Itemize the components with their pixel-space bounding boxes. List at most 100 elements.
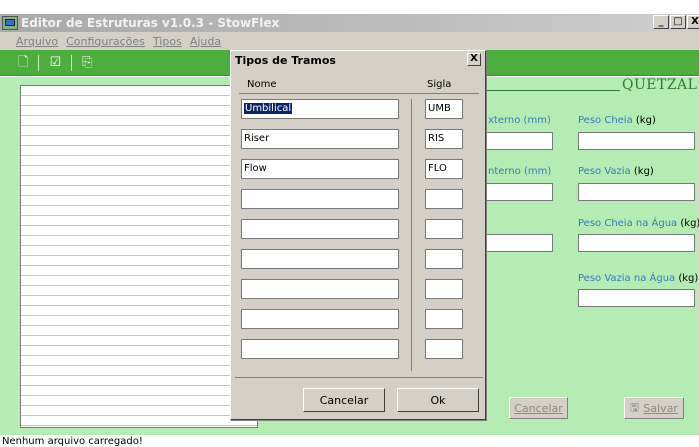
- sigla-input[interactable]: [425, 219, 463, 239]
- main-cancel-button[interactable]: Cancelar: [509, 397, 568, 419]
- brand-logo: QUETZAL: [622, 77, 698, 93]
- list-row[interactable]: [21, 176, 257, 186]
- status-bar: Nenhum arquivo carregado!: [0, 435, 699, 447]
- maximize-button[interactable]: □: [670, 15, 686, 29]
- sigla-input[interactable]: RIS: [425, 129, 463, 149]
- new-document-icon[interactable]: 🗋: [18, 55, 28, 70]
- list-row[interactable]: [21, 376, 257, 386]
- list-row[interactable]: [21, 356, 257, 366]
- peso-cheia-field[interactable]: [578, 132, 695, 150]
- list-row[interactable]: [21, 286, 257, 296]
- menu-bar: Arquivo Configurações Tipos Ajuda: [0, 32, 699, 50]
- list-row[interactable]: [21, 116, 257, 126]
- list-row[interactable]: [21, 266, 257, 276]
- sigla-input[interactable]: [425, 189, 463, 209]
- list-row[interactable]: [21, 166, 257, 176]
- list-row[interactable]: [21, 196, 257, 206]
- list-row[interactable]: [21, 156, 257, 166]
- list-row[interactable]: [21, 146, 257, 156]
- sigla-input[interactable]: UMB: [425, 99, 463, 119]
- list-row[interactable]: [21, 106, 257, 116]
- brand-line: [486, 90, 620, 91]
- nome-input[interactable]: [241, 219, 399, 239]
- third-left-field[interactable]: [486, 234, 553, 252]
- sigla-input[interactable]: FLO: [425, 159, 463, 179]
- menu-arquivo[interactable]: Arquivo: [16, 35, 58, 48]
- main-save-button[interactable]: 🖫 Salvar: [624, 397, 684, 419]
- list-row[interactable]: [21, 96, 257, 106]
- nome-input[interactable]: Riser: [241, 129, 399, 149]
- peso-cheia-label: Peso Cheia (kg): [578, 115, 656, 126]
- dialog-close-button[interactable]: X: [467, 53, 481, 66]
- nome-input[interactable]: [241, 249, 399, 269]
- list-row[interactable]: [21, 386, 257, 396]
- window-controls: _ □ X: [653, 15, 699, 29]
- dialog-ok-button[interactable]: Ok: [397, 388, 479, 412]
- toolbar-separator: [38, 54, 40, 71]
- col-sigla-header: Sigla: [427, 79, 452, 90]
- save-icon: 🖫: [630, 400, 640, 414]
- window-title: Editor de Estruturas v1.0.3 - StowFlex: [21, 16, 280, 30]
- nome-value: Riser: [244, 133, 270, 144]
- list-row[interactable]: [21, 216, 257, 226]
- title-bar: Editor de Estruturas v1.0.3 - StowFlex _…: [0, 14, 699, 32]
- sigla-input[interactable]: [425, 309, 463, 329]
- header-divider: [239, 93, 479, 94]
- column-divider: [411, 99, 412, 371]
- peso-cheia-agua-field[interactable]: [578, 234, 695, 252]
- menu-ajuda[interactable]: Ajuda: [190, 35, 221, 48]
- list-row[interactable]: [21, 316, 257, 326]
- list-row[interactable]: [21, 326, 257, 336]
- app-icon: [2, 16, 18, 30]
- dialog-title-bar: Tipos de Tramos X: [233, 53, 483, 68]
- nome-input[interactable]: [241, 339, 399, 359]
- list-row[interactable]: [21, 186, 257, 196]
- list-row[interactable]: [21, 416, 257, 426]
- nome-input[interactable]: [241, 279, 399, 299]
- list-row[interactable]: [21, 336, 257, 346]
- close-button[interactable]: X: [687, 15, 699, 29]
- list-row[interactable]: [21, 296, 257, 306]
- sigla-input[interactable]: [425, 249, 463, 269]
- dialog-separator: [235, 377, 483, 378]
- toolbar-separator: [71, 54, 73, 71]
- list-row[interactable]: [21, 136, 257, 146]
- col-nome-header: Nome: [247, 79, 277, 90]
- list-row[interactable]: [21, 396, 257, 406]
- dialog-title: Tipos de Tramos: [235, 54, 336, 67]
- copy-icon[interactable]: ⎘: [82, 55, 92, 70]
- list-row[interactable]: [21, 406, 257, 416]
- list-row[interactable]: [21, 366, 257, 376]
- list-row[interactable]: [21, 86, 257, 96]
- peso-vazia-field[interactable]: [578, 183, 695, 201]
- edit-icon[interactable]: ☑: [49, 55, 61, 70]
- list-row[interactable]: [21, 126, 257, 136]
- list-row[interactable]: [21, 206, 257, 216]
- nome-input[interactable]: [241, 189, 399, 209]
- list-row[interactable]: [21, 276, 257, 286]
- dialog-cancel-button[interactable]: Cancelar: [303, 388, 385, 412]
- peso-vazia-agua-field[interactable]: [578, 289, 695, 307]
- tipos-de-tramos-dialog: Tipos de Tramos X Nome Sigla Umbilical UM…: [230, 50, 486, 420]
- peso-vazia-agua-label: Peso Vazia na Água (kg): [578, 273, 699, 284]
- menu-configuracoes[interactable]: Configurações: [66, 35, 145, 48]
- sigla-input[interactable]: [425, 279, 463, 299]
- diam-externo-field[interactable]: [486, 132, 553, 150]
- nome-input[interactable]: [241, 309, 399, 329]
- nome-value: Flow: [244, 163, 267, 174]
- menu-tipos[interactable]: Tipos: [153, 35, 182, 48]
- nome-input[interactable]: Umbilical: [241, 99, 399, 119]
- sigla-input[interactable]: [425, 339, 463, 359]
- list-row[interactable]: [21, 306, 257, 316]
- list-row[interactable]: [21, 236, 257, 246]
- structure-list[interactable]: [20, 85, 258, 428]
- peso-cheia-agua-label: Peso Cheia na Água (kg): [578, 218, 699, 229]
- nome-input[interactable]: Flow: [241, 159, 399, 179]
- list-row[interactable]: [21, 256, 257, 266]
- list-row[interactable]: [21, 346, 257, 356]
- diam-interno-label: nterno (mm): [488, 166, 552, 177]
- diam-interno-field[interactable]: [486, 183, 553, 201]
- minimize-button[interactable]: _: [653, 15, 669, 29]
- list-row[interactable]: [21, 226, 257, 236]
- list-row[interactable]: [21, 246, 257, 256]
